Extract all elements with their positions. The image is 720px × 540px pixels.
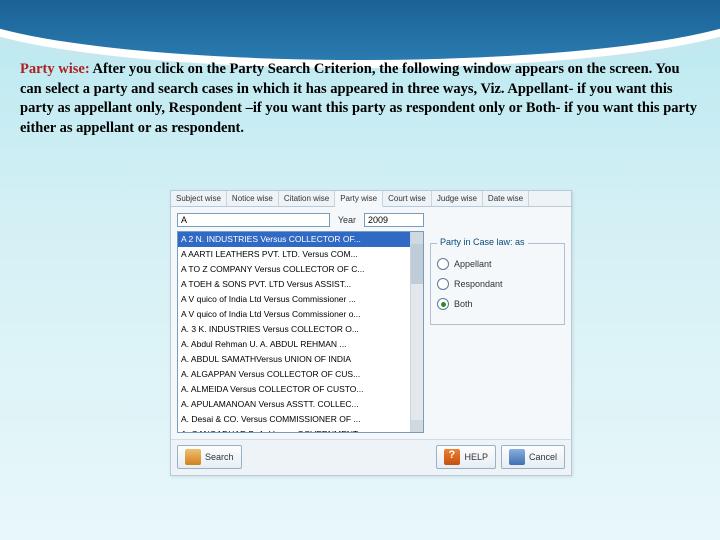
help-icon: [444, 449, 460, 465]
list-item[interactable]: A. ALGAPPAN Versus COLLECTOR OF CUS...: [178, 367, 423, 382]
cancel-icon: [509, 449, 525, 465]
list-item[interactable]: A TO Z COMPANY Versus COLLECTOR OF C...: [178, 262, 423, 277]
window-body: Year A 2 N. INDUSTRIES Versus COLLECTOR …: [171, 207, 571, 439]
desc-body: After you click on the Party Search Crit…: [20, 61, 697, 136]
list-item[interactable]: A AARTI LEATHERS PVT. LTD. Versus COM...: [178, 247, 423, 262]
party-search-input[interactable]: [177, 213, 330, 227]
radio-icon: [437, 278, 449, 290]
radio-icon: [437, 298, 449, 310]
list-item[interactable]: A TOEH & SONS PVT. LTD Versus ASSIST...: [178, 277, 423, 292]
tab-strip: Subject wise Notice wise Citation wise P…: [171, 191, 571, 207]
cancel-button[interactable]: Cancel: [501, 445, 565, 469]
radio-appellant[interactable]: Appellant: [437, 258, 558, 270]
radio-both[interactable]: Both: [437, 298, 558, 310]
list-item[interactable]: A. ALMEIDA Versus COLLECTOR OF CUSTO...: [178, 382, 423, 397]
group-title: Party in Case law: as: [437, 237, 528, 247]
search-button[interactable]: Search: [177, 445, 242, 469]
list-item[interactable]: A 2 N. INDUSTRIES Versus COLLECTOR OF...: [178, 232, 423, 247]
button-label: Cancel: [529, 452, 557, 462]
list-scrollbar[interactable]: [410, 232, 423, 432]
tab-judge-wise[interactable]: Judge wise: [432, 191, 483, 206]
radio-icon: [437, 258, 449, 270]
radio-label: Appellant: [454, 259, 492, 269]
party-role-group: Party in Case law: as Appellant Responda…: [430, 243, 565, 325]
list-item[interactable]: A. 3 K. INDUSTRIES Versus COLLECTOR O...: [178, 322, 423, 337]
list-item[interactable]: A. ABDUL SAMATHVersus UNION OF INDIA: [178, 352, 423, 367]
help-button[interactable]: HELP: [436, 445, 496, 469]
desc-lead: Party wise:: [20, 61, 90, 77]
radio-label: Respondant: [454, 279, 503, 289]
scroll-thumb[interactable]: [411, 244, 423, 284]
list-item[interactable]: A. GANGADHAR B. A. Versus GOVERNMENT...: [178, 427, 423, 433]
year-label: Year: [338, 215, 356, 225]
tab-notice-wise[interactable]: Notice wise: [227, 191, 279, 206]
radio-respondent[interactable]: Respondant: [437, 278, 558, 290]
tab-date-wise[interactable]: Date wise: [483, 191, 529, 206]
left-column: Year A 2 N. INDUSTRIES Versus COLLECTOR …: [177, 213, 424, 433]
list-item[interactable]: A V quico of India Ltd Versus Commission…: [178, 292, 423, 307]
tab-court-wise[interactable]: Court wise: [383, 191, 432, 206]
search-window: Subject wise Notice wise Citation wise P…: [170, 190, 572, 476]
tab-subject-wise[interactable]: Subject wise: [171, 191, 227, 206]
search-icon: [185, 449, 201, 465]
button-bar: Search HELP Cancel: [171, 439, 571, 475]
year-input[interactable]: [364, 213, 424, 227]
description-paragraph: Party wise: After you click on the Party…: [20, 60, 700, 138]
button-label: HELP: [464, 452, 488, 462]
list-item[interactable]: A. Abdul Rehman U. A. ABDUL REHMAN ...: [178, 337, 423, 352]
tab-citation-wise[interactable]: Citation wise: [279, 191, 335, 206]
tab-party-wise[interactable]: Party wise: [335, 191, 383, 207]
button-group-right: HELP Cancel: [436, 445, 565, 469]
list-item[interactable]: A V quico of India Ltd Versus Commission…: [178, 307, 423, 322]
search-row: Year: [177, 213, 424, 227]
party-listbox[interactable]: A 2 N. INDUSTRIES Versus COLLECTOR OF...…: [177, 231, 424, 433]
list-item[interactable]: A. APULAMANOAN Versus ASSTT. COLLEC...: [178, 397, 423, 412]
button-group-left: Search: [177, 445, 242, 469]
button-label: Search: [205, 452, 234, 462]
list-item[interactable]: A. Desai & CO. Versus COMMISSIONER OF ..…: [178, 412, 423, 427]
right-column: Party in Case law: as Appellant Responda…: [430, 213, 565, 433]
radio-label: Both: [454, 299, 473, 309]
